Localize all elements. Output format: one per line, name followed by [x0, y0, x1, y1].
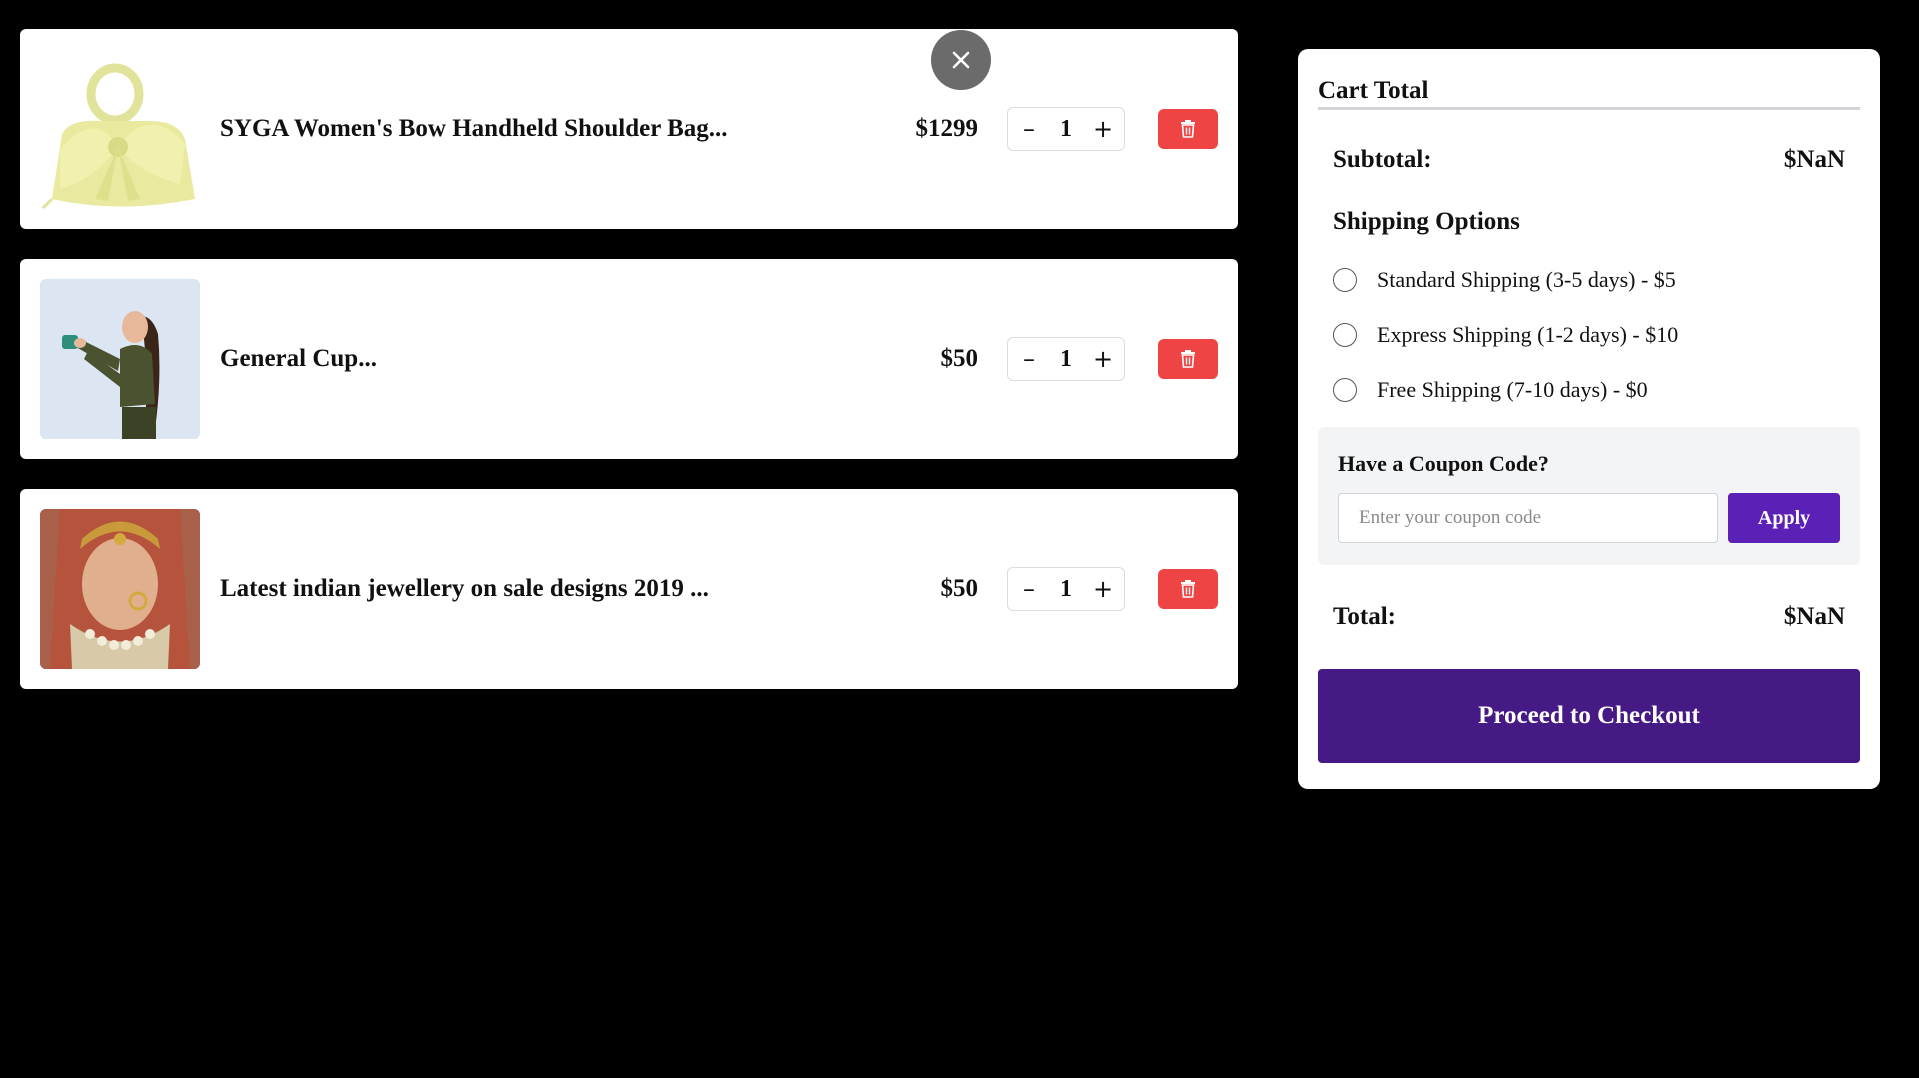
quantity-stepper: – 1 +	[1007, 337, 1125, 381]
shipping-option-label: Standard Shipping (3-5 days) - $5	[1377, 267, 1676, 292]
cart-page: SYGA Women's Bow Handheld Shoulder Bag..…	[0, 0, 1919, 1078]
increment-button[interactable]: +	[1090, 574, 1116, 604]
quantity-value: 1	[1060, 345, 1072, 372]
product-price: $50	[940, 575, 979, 602]
trash-icon	[1181, 120, 1195, 138]
shipping-option-label: Free Shipping (7-10 days) - $0	[1377, 377, 1648, 402]
decrement-button[interactable]: –	[1016, 344, 1042, 374]
shipping-options-heading: Shipping Options	[1333, 208, 1520, 235]
trash-icon	[1181, 350, 1195, 368]
delete-item-button[interactable]	[1158, 339, 1218, 379]
product-image-handbag[interactable]	[40, 49, 200, 209]
subtotal-row: Subtotal: $NaN	[1333, 146, 1845, 174]
proceed-to-checkout-button[interactable]: Proceed to Checkout	[1318, 669, 1860, 763]
quantity-stepper: – 1 +	[1007, 567, 1125, 611]
cart-total-title: Cart Total	[1318, 77, 1860, 110]
shipping-option-standard[interactable]: Standard Shipping (3-5 days) - $5	[1333, 267, 1676, 293]
radio-button[interactable]	[1333, 378, 1357, 402]
apply-coupon-button[interactable]: Apply	[1728, 493, 1840, 543]
total-row: Total: $NaN	[1333, 603, 1845, 631]
product-price: $50	[940, 345, 979, 372]
quantity-stepper: – 1 +	[1007, 107, 1125, 151]
handbag-illustration	[40, 49, 200, 209]
delete-item-button[interactable]	[1158, 109, 1218, 149]
coupon-label: Have a Coupon Code?	[1338, 451, 1549, 476]
shipping-option-free[interactable]: Free Shipping (7-10 days) - $0	[1333, 377, 1648, 403]
coupon-section: Have a Coupon Code? Apply	[1318, 427, 1860, 565]
cart-items-list: SYGA Women's Bow Handheld Shoulder Bag..…	[20, 29, 1238, 719]
cart-item: General Cup... $50 – 1 +	[20, 259, 1238, 459]
cart-item: Latest indian jewellery on sale designs …	[20, 489, 1238, 689]
shipping-option-express[interactable]: Express Shipping (1-2 days) - $10	[1333, 322, 1678, 348]
product-name[interactable]: General Cup...	[220, 259, 377, 459]
radio-button[interactable]	[1333, 323, 1357, 347]
decrement-button[interactable]: –	[1016, 114, 1042, 144]
quantity-value: 1	[1060, 575, 1072, 602]
subtotal-label: Subtotal:	[1333, 146, 1432, 173]
delete-item-button[interactable]	[1158, 569, 1218, 609]
total-value: $NaN	[1783, 603, 1845, 630]
product-image-cup[interactable]	[40, 279, 200, 439]
woman-cup-illustration	[40, 279, 200, 439]
product-name[interactable]: Latest indian jewellery on sale designs …	[220, 489, 709, 689]
cart-item: SYGA Women's Bow Handheld Shoulder Bag..…	[20, 29, 1238, 229]
subtotal-value: $NaN	[1783, 146, 1845, 173]
increment-button[interactable]: +	[1090, 114, 1116, 144]
trash-icon	[1181, 580, 1195, 598]
quantity-value: 1	[1060, 115, 1072, 142]
radio-button[interactable]	[1333, 268, 1357, 292]
close-icon	[952, 51, 970, 69]
cart-total-panel: Cart Total Subtotal: $NaN Shipping Optio…	[1298, 49, 1880, 789]
close-button[interactable]	[931, 30, 991, 90]
decrement-button[interactable]: –	[1016, 574, 1042, 604]
product-image-jewellery[interactable]	[40, 509, 200, 669]
coupon-input[interactable]	[1338, 493, 1718, 543]
shipping-option-label: Express Shipping (1-2 days) - $10	[1377, 322, 1679, 347]
total-label: Total:	[1333, 603, 1396, 630]
product-name[interactable]: SYGA Women's Bow Handheld Shoulder Bag..…	[220, 29, 728, 229]
increment-button[interactable]: +	[1090, 344, 1116, 374]
jewellery-illustration	[40, 509, 200, 669]
